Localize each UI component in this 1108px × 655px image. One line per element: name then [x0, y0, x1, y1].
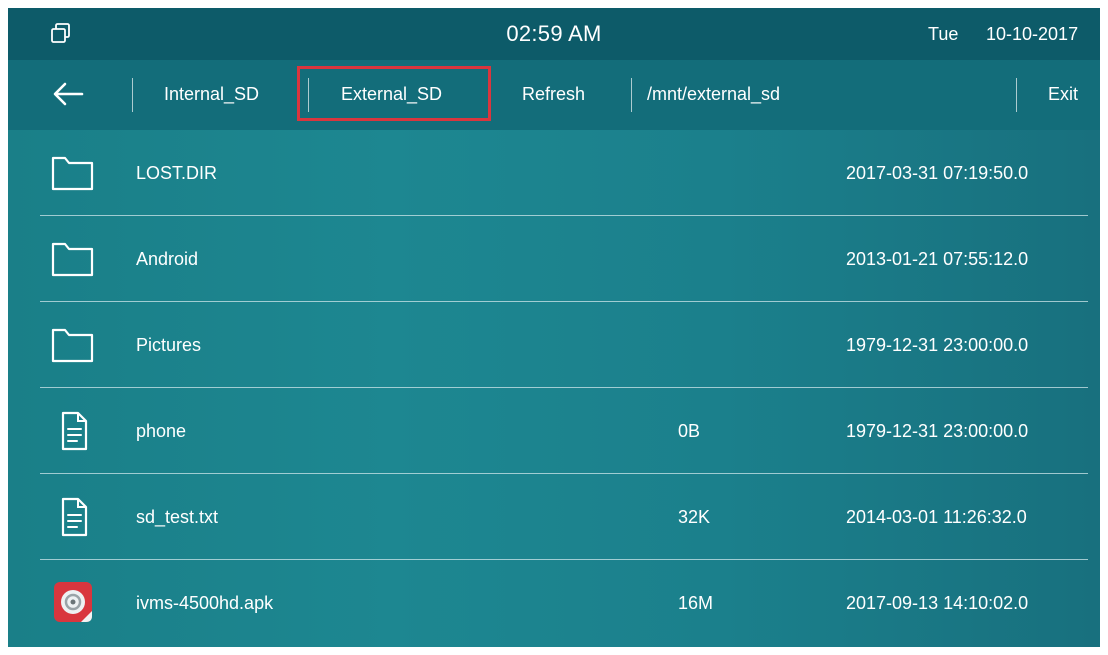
document-icon	[61, 411, 88, 451]
folder-icon	[51, 156, 94, 191]
toolbar-divider	[132, 78, 133, 112]
file-row[interactable]: ivms-4500hd.apk 16M 2017-09-13 14:10:02.…	[8, 560, 1100, 646]
file-size: 16M	[678, 593, 714, 613]
exit-button[interactable]: Exit	[1048, 84, 1078, 105]
file-name: ivms-4500hd.apk	[136, 593, 274, 613]
internal-sd-button[interactable]: Internal_SD	[164, 84, 259, 105]
folder-icon	[51, 242, 94, 277]
refresh-button[interactable]: Refresh	[522, 84, 585, 105]
file-row[interactable]: sd_test.txt 32K 2014-03-01 11:26:32.0	[8, 474, 1100, 560]
toolbar: Internal_SD External_SD Refresh /mnt/ext…	[8, 60, 1100, 130]
toolbar-divider	[1016, 78, 1017, 112]
file-modified-date: 1979-12-31 23:00:00.0	[846, 421, 1029, 441]
toolbar-divider	[631, 78, 632, 112]
external-sd-button[interactable]: External_SD	[341, 84, 442, 105]
file-modified-date: 2014-03-01 11:26:32.0	[846, 507, 1027, 527]
file-row[interactable]: phone 0B 1979-12-31 23:00:00.0	[8, 388, 1100, 474]
file-manager-screen: 02:59 AM Tue 10-10-2017 Internal_SD Exte…	[8, 8, 1100, 647]
document-icon	[61, 497, 88, 537]
file-name: sd_test.txt	[136, 507, 219, 527]
file-name: LOST.DIR	[136, 163, 218, 183]
file-modified-date: 2013-01-21 07:55:12.0	[846, 249, 1029, 269]
file-name: Android	[136, 249, 199, 269]
apk-app-icon	[54, 582, 92, 622]
status-date: 10-10-2017	[986, 24, 1079, 44]
status-bar: 02:59 AM Tue 10-10-2017	[8, 8, 1100, 60]
file-row[interactable]: Android 2013-01-21 07:55:12.0	[8, 216, 1100, 302]
file-size: 0B	[678, 421, 701, 441]
folder-icon	[51, 328, 94, 363]
file-modified-date: 2017-03-31 07:19:50.0	[846, 163, 1029, 183]
file-modified-date: 1979-12-31 23:00:00.0	[846, 335, 1029, 355]
file-size: 32K	[678, 507, 711, 527]
current-path: /mnt/external_sd	[647, 84, 781, 104]
back-arrow-icon[interactable]	[52, 81, 84, 107]
file-name: Pictures	[136, 335, 202, 355]
file-name: phone	[136, 421, 187, 441]
file-row[interactable]: LOST.DIR 2017-03-31 07:19:50.0	[8, 130, 1100, 216]
status-day: Tue	[928, 24, 959, 44]
file-modified-date: 2017-09-13 14:10:02.0	[846, 593, 1029, 613]
file-row[interactable]: Pictures 1979-12-31 23:00:00.0	[8, 302, 1100, 388]
